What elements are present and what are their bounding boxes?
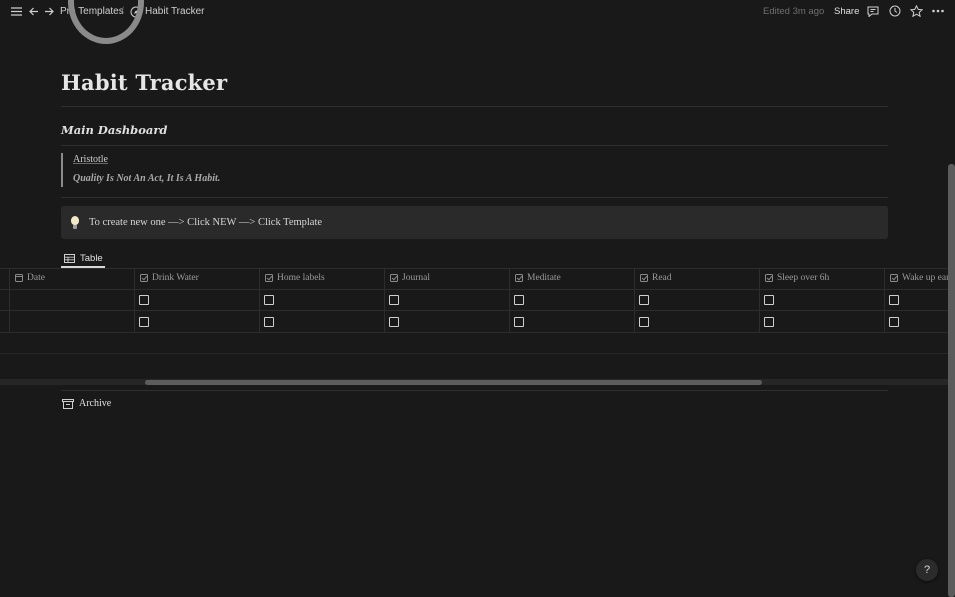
quote-author-link[interactable]: Aristotle bbox=[73, 154, 361, 165]
column-header-label: Read bbox=[652, 273, 672, 283]
lightbulb-icon bbox=[70, 215, 80, 230]
callout-block: To create new one —> Click NEW —> Click … bbox=[61, 206, 888, 239]
breadcrumb-habit-tracker[interactable]: Habit Tracker bbox=[145, 6, 204, 17]
column-divider bbox=[509, 268, 510, 332]
divider bbox=[61, 145, 888, 146]
menu-icon[interactable] bbox=[9, 4, 23, 18]
quote-block: Aristotle Quality Is Not An Act, It Is A… bbox=[61, 153, 361, 187]
help-button[interactable]: ? bbox=[916, 559, 938, 581]
checkbox[interactable] bbox=[264, 295, 274, 305]
page-title: Habit Tracker bbox=[61, 70, 228, 95]
page-icon bbox=[68, 0, 144, 44]
column-divider bbox=[259, 268, 260, 332]
checkbox[interactable] bbox=[889, 295, 899, 305]
table-border bbox=[0, 353, 955, 354]
checkbox-icon bbox=[390, 274, 398, 282]
archive-box-icon bbox=[62, 398, 74, 409]
column-header-label: Journal bbox=[402, 273, 430, 283]
checkbox[interactable] bbox=[389, 295, 399, 305]
quote-text: Quality Is Not An Act, It Is A Habit. bbox=[73, 173, 221, 184]
column-header-read[interactable]: Read bbox=[640, 273, 672, 283]
column-header-meditate[interactable]: Meditate bbox=[515, 273, 561, 283]
column-header-label: Wake up ear bbox=[902, 273, 950, 283]
column-divider bbox=[134, 268, 135, 332]
checkbox[interactable] bbox=[889, 317, 899, 327]
column-header-wake-up-early[interactable]: Wake up ear bbox=[890, 273, 949, 283]
checkbox[interactable] bbox=[764, 295, 774, 305]
column-header-date[interactable]: Date bbox=[15, 273, 45, 283]
column-header-label: Sleep over 6h bbox=[777, 273, 830, 283]
calendar-icon bbox=[15, 274, 23, 282]
column-divider bbox=[884, 268, 885, 332]
column-divider bbox=[384, 268, 385, 332]
more-options-icon[interactable] bbox=[931, 4, 945, 18]
forward-arrow-icon[interactable] bbox=[42, 4, 56, 18]
checkbox-icon bbox=[515, 274, 523, 282]
column-header-drink-water[interactable]: Drink Water bbox=[140, 273, 199, 283]
horizontal-scrollbar-thumb[interactable] bbox=[145, 380, 762, 385]
checkbox[interactable] bbox=[264, 317, 274, 327]
section-heading: Main Dashboard bbox=[61, 123, 168, 137]
checkbox[interactable] bbox=[639, 295, 649, 305]
checkbox[interactable] bbox=[764, 317, 774, 327]
checkbox-icon bbox=[640, 274, 648, 282]
column-divider bbox=[634, 268, 635, 332]
archive-link[interactable]: Archive bbox=[62, 398, 111, 409]
checkbox[interactable] bbox=[139, 317, 149, 327]
back-arrow-icon[interactable] bbox=[27, 4, 41, 18]
divider bbox=[61, 390, 888, 391]
star-icon[interactable] bbox=[909, 4, 923, 18]
table-border bbox=[0, 289, 955, 290]
share-button[interactable]: Share bbox=[834, 6, 859, 17]
table-border bbox=[0, 310, 955, 311]
tab-label: Table bbox=[80, 252, 103, 264]
archive-label: Archive bbox=[79, 398, 112, 409]
divider bbox=[61, 197, 888, 198]
checkbox-icon bbox=[890, 274, 898, 282]
checkbox[interactable] bbox=[139, 295, 149, 305]
column-header-label: Date bbox=[27, 273, 45, 283]
checkbox-icon bbox=[140, 274, 148, 282]
vertical-scrollbar-thumb[interactable] bbox=[948, 164, 955, 597]
checkbox[interactable] bbox=[639, 317, 649, 327]
checkbox-icon bbox=[765, 274, 773, 282]
table-icon bbox=[64, 253, 75, 263]
edited-timestamp: Edited 3m ago bbox=[763, 6, 825, 17]
table-border bbox=[0, 268, 955, 269]
column-header-journal[interactable]: Journal bbox=[390, 273, 430, 283]
column-header-label: Drink Water bbox=[152, 273, 199, 283]
column-header-label: Home labels bbox=[277, 273, 325, 283]
divider bbox=[61, 106, 888, 107]
column-divider bbox=[9, 268, 10, 332]
checkbox[interactable] bbox=[389, 317, 399, 327]
column-header-label: Meditate bbox=[527, 273, 561, 283]
tab-table-view[interactable]: Table bbox=[61, 248, 106, 268]
table-border bbox=[0, 332, 955, 333]
callout-text: To create new one —> Click NEW —> Click … bbox=[89, 217, 323, 228]
clock-icon[interactable] bbox=[888, 4, 902, 18]
checkbox-icon bbox=[265, 274, 273, 282]
checkbox[interactable] bbox=[514, 295, 524, 305]
column-header-home-labels[interactable]: Home labels bbox=[265, 273, 325, 283]
column-divider bbox=[759, 268, 760, 332]
column-header-sleep-over-6h[interactable]: Sleep over 6h bbox=[765, 273, 829, 283]
comment-icon[interactable] bbox=[866, 4, 880, 18]
checkbox[interactable] bbox=[514, 317, 524, 327]
